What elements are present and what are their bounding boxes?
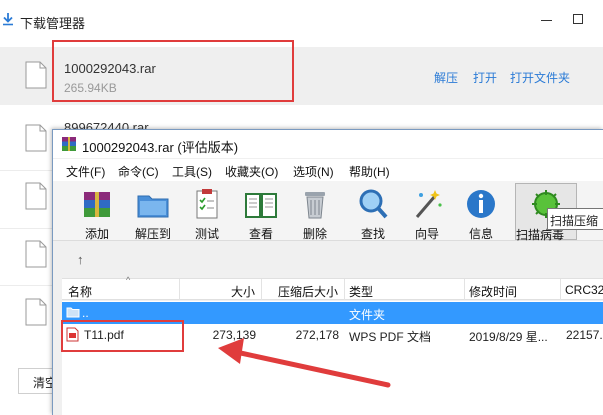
up-arrow-icon[interactable]: ↑ [77, 252, 84, 267]
open-link[interactable]: 打开 [473, 69, 497, 86]
divider [0, 285, 55, 286]
divider [0, 170, 55, 171]
add-label: 添加 [84, 227, 109, 241]
row-modified: 2019/8/29 星... [469, 330, 548, 344]
find-label: 查找 [360, 227, 385, 241]
test-label: 测试 [194, 227, 219, 241]
row-type: WPS PDF 文档 [349, 330, 432, 344]
column-crc32[interactable]: CRC32 [561, 279, 603, 300]
winrar-logo-icon [62, 137, 76, 151]
view-label: 查看 [248, 227, 273, 241]
winrar-titlebar: 1000292043.rar (评估版本) [53, 130, 603, 158]
divider [0, 228, 55, 229]
column-modified[interactable]: 修改时间 [465, 279, 561, 300]
delete-button[interactable]: 删除 [289, 186, 341, 242]
file-list-header: ^ 名称 大小 压缩后大小 类型 修改时间 CRC32 [62, 275, 603, 300]
menu-file[interactable]: 文件(F) [66, 163, 105, 180]
menu-tools[interactable]: 工具(S) [172, 163, 212, 180]
wizard-wand-icon [415, 190, 442, 218]
menu-help[interactable]: 帮助(H) [349, 163, 390, 180]
column-type[interactable]: 类型 [345, 279, 465, 300]
maximize-button[interactable] [573, 14, 583, 24]
file-icon [25, 298, 47, 326]
tooltip: 扫描压缩 [547, 208, 603, 230]
download-manager-titlebar: 下载管理器 [0, 0, 603, 40]
menu-favorites[interactable]: 收藏夹(O) [225, 163, 278, 180]
file-icon [25, 182, 47, 210]
menu-bar: 文件(F) 命令(C) 工具(S) 收藏夹(O) 选项(N) 帮助(H) [53, 159, 603, 181]
address-bar: ↑ [53, 242, 603, 276]
add-archive-icon [84, 192, 110, 217]
file-icon [25, 61, 47, 89]
add-button[interactable]: 添加 [71, 186, 123, 242]
column-packed-size[interactable]: 压缩后大小 [262, 279, 345, 300]
extract-link[interactable]: 解压 [434, 69, 458, 86]
extract-to-button[interactable]: 解压到 [127, 186, 179, 242]
winrar-title: 1000292043.rar (评估版本) [82, 140, 239, 155]
test-icon [196, 189, 218, 219]
view-book-icon [245, 193, 277, 218]
trash-icon [305, 192, 325, 219]
row-packed-size: 272,178 [295, 328, 339, 342]
test-button[interactable]: 测试 [181, 186, 233, 242]
annotation-box-pdf [61, 320, 184, 352]
wizard-button[interactable]: 向导 [401, 186, 453, 242]
file-icon [25, 124, 47, 152]
wizard-label: 向导 [414, 227, 439, 241]
delete-label: 删除 [302, 227, 327, 241]
parent-folder-icon [66, 307, 80, 318]
menu-options[interactable]: 选项(N) [293, 163, 334, 180]
row-size: 273,139 [212, 328, 256, 342]
open-folder-link[interactable]: 打开文件夹 [510, 69, 570, 86]
extract-to-icon [137, 195, 169, 218]
column-name[interactable]: 名称 [62, 279, 180, 300]
row-crc32: 22157... [566, 328, 603, 342]
download-manager-title: 下载管理器 [20, 16, 86, 31]
info-button[interactable]: 信息 [455, 186, 507, 242]
extract-to-label: 解压到 [134, 227, 171, 241]
file-icon [25, 240, 47, 268]
winrar-window: 1000292043.rar (评估版本) 文件(F) 命令(C) 工具(S) … [52, 129, 603, 415]
annotation-box-download [52, 40, 294, 102]
download-icon [3, 13, 13, 26]
find-button[interactable]: 查找 [347, 186, 399, 242]
info-icon [467, 190, 495, 218]
file-list: .. 文件夹 T11.pdf 273,139 272,178 WPS PDF 文… [62, 301, 603, 415]
column-size[interactable]: 大小 [180, 279, 262, 300]
row-name: .. [82, 306, 89, 320]
info-label: 信息 [468, 227, 493, 241]
menu-commands[interactable]: 命令(C) [118, 163, 159, 180]
magnifier-icon [359, 189, 388, 219]
row-type: 文件夹 [349, 308, 386, 322]
minimize-button[interactable] [541, 20, 552, 21]
view-button[interactable]: 查看 [235, 186, 287, 242]
